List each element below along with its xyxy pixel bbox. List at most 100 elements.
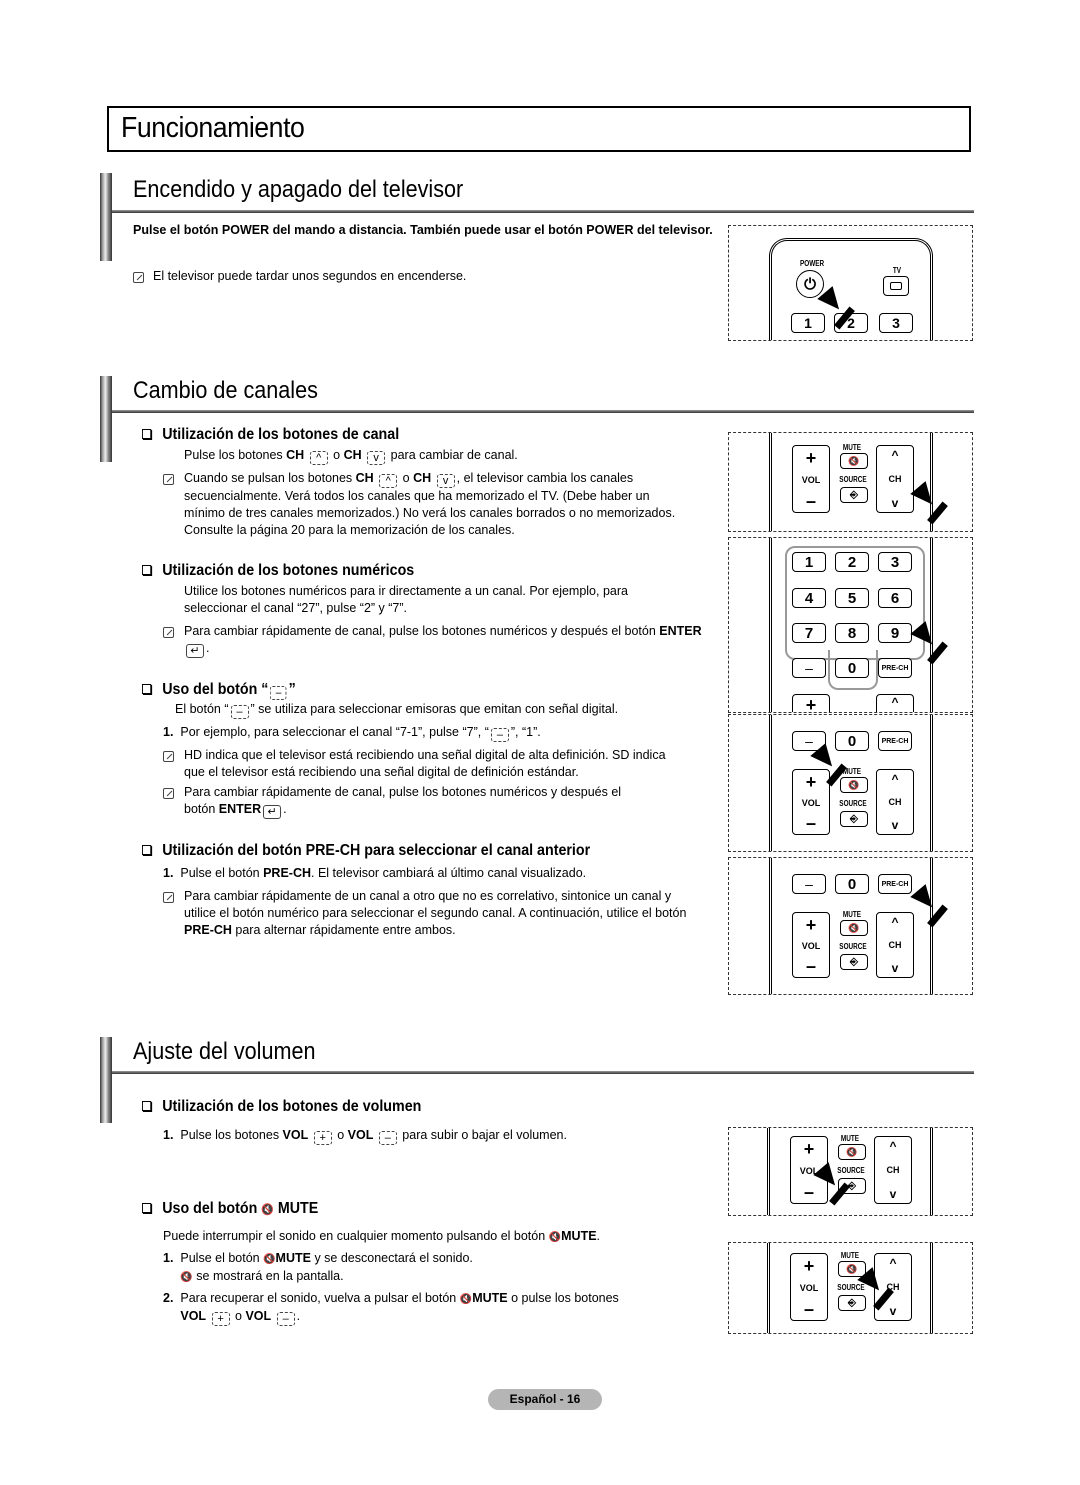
source-icon: ⎆: [850, 489, 858, 501]
note-icon: [163, 474, 174, 485]
dash-inline-icon: –: [230, 705, 249, 719]
note-icon: [163, 892, 174, 903]
remote-ch-rocker: ^: [876, 694, 914, 712]
vol-step-1: 1. Pulse los botones VOL + o VOL – para …: [163, 1128, 567, 1145]
remote-digit-0: 0: [835, 658, 869, 678]
remote-ch-illustration: + VOL – MUTE 🔇 SOURCE ⎆ ^ CH v: [728, 432, 973, 532]
ch-down-inline-icon: v: [367, 451, 386, 465]
ch-down-inline-icon: v: [436, 474, 455, 488]
remote-digit-9: 9: [878, 623, 912, 643]
remote-digit-4: 4: [792, 588, 826, 608]
section-rule: [112, 210, 974, 213]
mute-icon: 🔇: [180, 1272, 193, 1283]
checkbox-bullet-icon: [142, 684, 152, 694]
prech-note: Para cambiar rápidamente de un canal a o…: [184, 889, 687, 937]
page-title-box: Funcionamiento: [107, 106, 971, 152]
remote-mute-button: 🔇: [840, 920, 868, 936]
enter-icon: ↵: [263, 805, 282, 819]
num-buttons-text: Utilice los botones numéricos para ir di…: [184, 584, 628, 615]
vol-minus-inline-icon: –: [378, 1131, 397, 1145]
mute-text: Puede interrumpir el sonido en cualquier…: [163, 1229, 601, 1243]
remote-digit-3: 3: [879, 313, 913, 333]
remote-mute-button: 🔇: [840, 777, 868, 793]
remote-vol-illustration: + VOL – MUTE 🔇 SOURCE ⎆ ^ CH v: [728, 1127, 973, 1216]
mute-icon: 🔇: [846, 1263, 858, 1274]
dash-inline-icon: –: [490, 728, 509, 742]
remote-source-button: ⎆: [840, 954, 868, 970]
remote-digit-7: 7: [792, 623, 826, 643]
remote-vol-rocker: + VOL –: [792, 445, 830, 513]
subsection-title-dash-button: Uso del botón “–”: [142, 681, 296, 700]
section-bar: [100, 1037, 112, 1123]
remote-ch-rocker: ^ CH v: [876, 912, 914, 978]
vol-plus-inline-icon: +: [313, 1131, 332, 1145]
remote-ch-rocker: ^ CH v: [876, 445, 914, 513]
subsection-title-num-buttons: Utilización de los botones numéricos: [142, 562, 414, 580]
mute-icon: 🔇: [261, 1204, 274, 1216]
note-icon: [163, 788, 174, 799]
mute-step-2: 2. Para recuperar el sonido, vuelva a pu…: [163, 1291, 619, 1326]
prech-step-1: 1. Pulse el botón PRE-CH. El televisor c…: [163, 866, 587, 880]
page-number-footer: Español - 16: [488, 1389, 602, 1410]
enter-icon: ↵: [186, 644, 204, 658]
ch-buttons-note: Cuando se pulsan los botones CH ^ o CH v…: [184, 471, 676, 537]
remote-dash-button: –: [792, 874, 826, 894]
note-icon: [163, 627, 174, 638]
dash-note-2: Para cambiar rápidamente de canal, pulse…: [184, 785, 622, 819]
source-icon: ⎆: [850, 956, 858, 968]
remote-digit-2: 2: [835, 552, 869, 572]
remote-mute-button: 🔇: [838, 1144, 866, 1160]
remote-digit-0: 0: [835, 731, 869, 751]
subsection-title-prech: Utilización del botón PRE-CH para selecc…: [142, 842, 590, 860]
remote-source-button: ⎆: [840, 811, 868, 827]
remote-dash-button: –: [792, 658, 826, 678]
note-icon: [163, 751, 174, 762]
dash-button-text: El botón “–” se utiliza para seleccionar…: [175, 702, 619, 719]
remote-digit-8: 8: [835, 623, 869, 643]
remote-mute-button: 🔇: [840, 453, 868, 469]
subsection-title-ch-buttons: Utilización de los botones de canal: [142, 426, 399, 444]
remote-vol-rocker: +: [792, 694, 830, 712]
checkbox-bullet-icon: [142, 1101, 152, 1111]
remote-source-label: SOURCE: [839, 942, 867, 951]
mute-icon: 🔇: [848, 455, 860, 466]
checkbox-bullet-icon: [142, 845, 152, 855]
remote-mute-label: MUTE: [840, 1134, 860, 1143]
dash-step-1: 1. Por ejemplo, para seleccionar el cana…: [163, 725, 541, 742]
remote-prech-button: PRE-CH: [878, 731, 912, 751]
remote-source-button: ⎆: [838, 1295, 866, 1311]
remote-tv-button: [883, 276, 909, 296]
remote-prech-button: PRE-CH: [878, 658, 912, 678]
checkbox-bullet-icon: [142, 1203, 152, 1213]
power-icon: ⏻: [796, 270, 824, 298]
remote-ch-rocker: ^ CH v: [874, 1136, 912, 1204]
remote-dash-illustration: – 0 PRE-CH + VOL – MUTE 🔇 SOURCE ⎆ ^ CH v: [728, 714, 973, 852]
mute-step-1: 1. Pulse el botón 🔇MUTE y se desconectar…: [163, 1251, 473, 1283]
page-title: Funcionamiento: [121, 112, 305, 144]
remote-prech-button: PRE-CH: [878, 874, 912, 894]
remote-power-illustration: POWER ⏻ TV 1 2 3: [728, 225, 973, 341]
remote-source-label: SOURCE: [839, 475, 867, 484]
ch-buttons-text: Pulse los botones CH ^ o CH v para cambi…: [184, 448, 518, 465]
remote-digit-1: 1: [792, 552, 826, 572]
subsection-title-vol-buttons: Utilización de los botones de volumen: [142, 1098, 421, 1116]
ch-up-inline-icon: ^: [309, 451, 328, 465]
remote-mute-label: MUTE: [840, 1251, 860, 1260]
remote-vol-rocker: + VOL –: [792, 769, 830, 835]
mute-icon: 🔇: [848, 922, 860, 933]
remote-ch-rocker: ^ CH v: [876, 769, 914, 835]
remote-digit-3: 3: [878, 552, 912, 572]
subsection-title-mute: Uso del botón 🔇 MUTE: [142, 1200, 318, 1218]
remote-vol-rocker: + VOL –: [792, 912, 830, 978]
section-rule: [112, 1071, 974, 1074]
remote-mute-label: MUTE: [842, 443, 862, 452]
num-buttons-note: Para cambiar rápidamente de canal, pulse…: [184, 624, 702, 658]
vol-minus-inline-icon: –: [276, 1312, 295, 1326]
mute-icon: 🔇: [848, 779, 860, 790]
mute-icon: 🔇: [263, 1254, 276, 1265]
section-rule: [112, 410, 974, 413]
checkbox-bullet-icon: [142, 429, 152, 439]
vol-plus-inline-icon: +: [211, 1312, 230, 1326]
remote-source-label: SOURCE: [837, 1166, 865, 1175]
remote-power-label: POWER: [800, 259, 825, 268]
